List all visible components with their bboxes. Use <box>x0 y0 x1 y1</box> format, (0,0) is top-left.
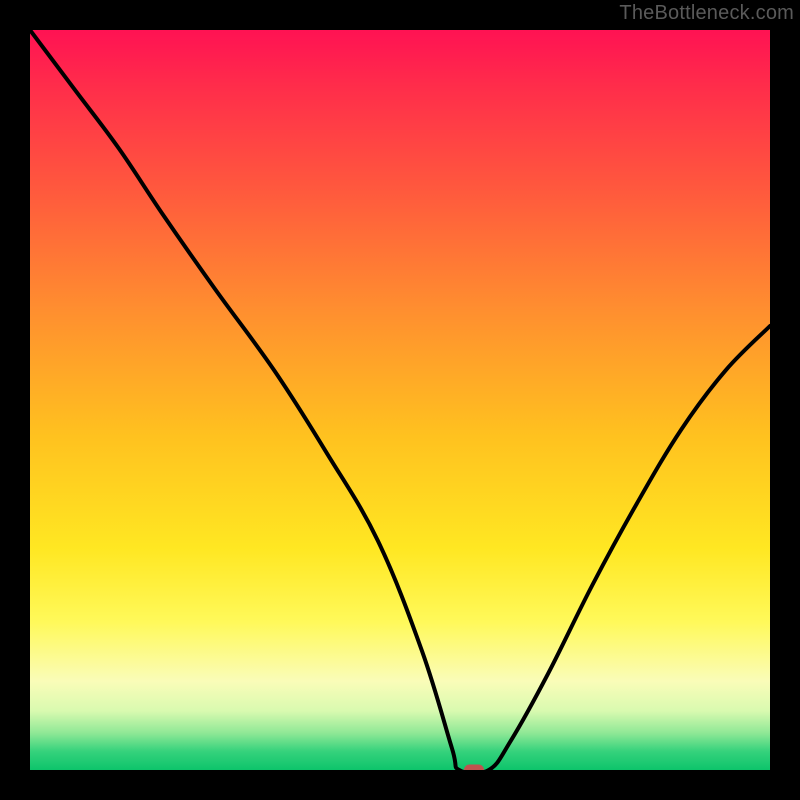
plot-area <box>30 30 770 770</box>
bottleneck-curve <box>30 30 770 770</box>
chart-container: TheBottleneck.com <box>0 0 800 800</box>
watermark-text: TheBottleneck.com <box>619 2 794 25</box>
nadir-marker <box>464 765 484 771</box>
